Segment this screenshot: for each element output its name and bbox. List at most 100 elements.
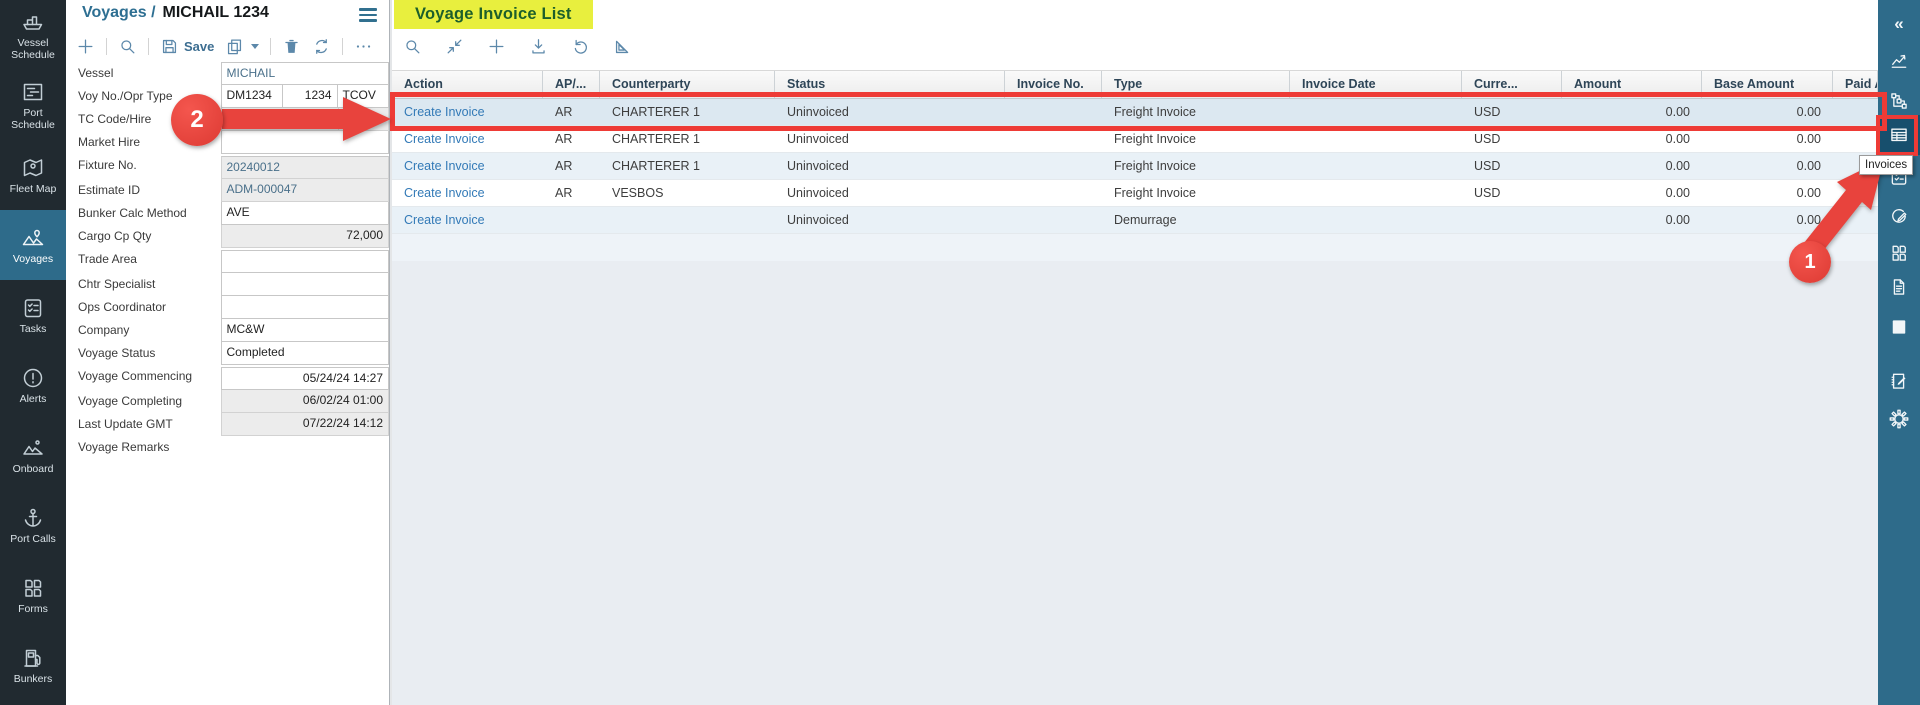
add-button[interactable] [76, 37, 95, 56]
sidebar-item-fleet-map[interactable]: Fleet Map [0, 140, 66, 210]
voyage-commencing-field[interactable]: 05/24/24 14:27 [221, 367, 390, 390]
cell-invoice-no [1005, 180, 1102, 206]
copy-pages-button[interactable] [1878, 236, 1920, 270]
cell-amount: 0.00 [1562, 207, 1702, 233]
voyage-remarks-field[interactable] [221, 436, 390, 459]
invoice-row[interactable]: Create Invoice AR CHARTERER 1 Uninvoiced… [392, 126, 1878, 153]
copy-menu-button[interactable] [225, 37, 259, 56]
column-header-action[interactable]: Action [392, 71, 543, 98]
cell-counterparty [600, 207, 775, 233]
column-header-status[interactable]: Status [775, 71, 1005, 98]
search-button[interactable] [403, 37, 422, 56]
fit-columns-icon [445, 37, 464, 56]
last-update-gmt-field[interactable]: 07/22/24 14:12 [221, 413, 390, 436]
create-invoice-link[interactable]: Create Invoice [392, 153, 543, 179]
voy-no2-field[interactable]: 1234 [282, 85, 338, 108]
id-card-button[interactable] [1878, 310, 1920, 344]
bunkers-icon [21, 646, 45, 670]
column-header-counterparty[interactable]: Counterparty [600, 71, 775, 98]
breadcrumb[interactable]: Voyages / [82, 4, 156, 21]
id-card-icon [1889, 317, 1909, 337]
column-header-currency[interactable]: Curre... [1462, 71, 1562, 98]
create-invoice-link[interactable]: Create Invoice [392, 207, 543, 233]
forms-icon [21, 576, 45, 600]
tc-code-field[interactable] [221, 108, 339, 131]
invoice-row[interactable]: Create Invoice AR CHARTERER 1 Uninvoiced… [392, 153, 1878, 180]
column-header-ap[interactable]: AP/... [543, 71, 600, 98]
sidebar-item-label: Forms [16, 603, 50, 615]
invoices-button[interactable] [1878, 115, 1920, 155]
column-header-invoice-date[interactable]: Invoice Date [1290, 71, 1462, 98]
refresh-button[interactable] [312, 37, 331, 56]
sidebar-item-onboard[interactable]: Onboard [0, 420, 66, 490]
cell-invoice-date [1290, 207, 1462, 233]
create-invoice-link[interactable]: Create Invoice [392, 99, 543, 125]
cargo-cp-qty-field[interactable]: 72,000 [221, 225, 390, 248]
sidebar-item-vessel-schedule[interactable]: Vessel Schedule [0, 0, 66, 70]
voy-no-field[interactable]: DM1234 [221, 85, 283, 108]
chtr-specialist-field[interactable] [221, 273, 390, 296]
sidebar-item-port-calls[interactable]: Port Calls [0, 490, 66, 560]
estimate-id-field[interactable]: ADM-000047 [221, 179, 390, 202]
ops-coordinator-field[interactable] [221, 296, 390, 319]
undo-button[interactable] [571, 37, 590, 56]
field-label: Voyage Status [66, 342, 221, 365]
bunker-calc-method-field[interactable]: AVE [221, 202, 390, 225]
vessel-field[interactable]: MICHAIL [221, 62, 390, 85]
delete-icon [282, 37, 301, 56]
fit-columns-button[interactable] [445, 37, 464, 56]
cell-invoice-date [1290, 99, 1462, 125]
sidebar-item-tasks[interactable]: Tasks [0, 280, 66, 350]
edit-circle-button[interactable] [1878, 199, 1920, 233]
panel-splitter[interactable] [389, 0, 392, 705]
document-button[interactable] [1878, 270, 1920, 304]
cell-ap: AR [543, 126, 600, 152]
column-header-type[interactable]: Type [1102, 71, 1290, 98]
collapse-right-button[interactable]: « [1878, 6, 1920, 40]
company-field[interactable]: MC&W [221, 319, 390, 342]
create-invoice-link[interactable]: Create Invoice [392, 126, 543, 152]
fixture-no-field[interactable]: 20240012 [221, 156, 390, 179]
column-header-invoice-no[interactable]: Invoice No. [1005, 71, 1102, 98]
tc-hire-field[interactable] [338, 108, 390, 131]
ruler-button[interactable] [613, 37, 632, 56]
sidebar-item-alerts[interactable]: Alerts [0, 350, 66, 420]
column-header-paid[interactable]: Paid A [1833, 71, 1878, 98]
search-icon [403, 37, 422, 56]
export-download-button[interactable] [529, 37, 548, 56]
voyage-status-field[interactable]: Completed [221, 342, 390, 365]
search-button[interactable] [118, 37, 137, 56]
chart-trend-button[interactable] [1878, 44, 1920, 78]
settings-gear-button[interactable] [1878, 402, 1920, 436]
more-button[interactable] [354, 37, 373, 56]
sidebar-item-forms[interactable]: Forms [0, 560, 66, 630]
cell-status: Uninvoiced [775, 207, 1005, 233]
voyages-icon [21, 226, 45, 250]
cell-paid [1833, 99, 1878, 125]
voyage-completing-field[interactable]: 06/02/24 01:00 [221, 390, 390, 413]
panel-menu-icon[interactable] [359, 8, 377, 22]
hierarchy-button[interactable] [1878, 84, 1920, 118]
form-row: Ops Coordinator [66, 296, 389, 319]
cell-amount: 0.00 [1562, 180, 1702, 206]
invoice-row[interactable]: Create Invoice AR CHARTERER 1 Uninvoiced… [392, 99, 1878, 126]
notebook-edit-button[interactable] [1878, 364, 1920, 398]
form-row: Voy No./Opr Type DM1234 1234 TCOV [66, 85, 389, 108]
invoice-row[interactable]: Create Invoice AR VESBOS Uninvoiced Frei… [392, 180, 1878, 207]
save-button[interactable]: Save [160, 37, 214, 56]
sidebar-item-voyages[interactable]: Voyages [0, 210, 66, 280]
sidebar-item-bunkers[interactable]: Bunkers [0, 630, 66, 700]
trade-area-field[interactable] [221, 250, 390, 273]
column-header-amount[interactable]: Amount [1562, 71, 1702, 98]
market-hire-field[interactable] [221, 131, 390, 154]
invoices-tooltip: Invoices [1859, 155, 1913, 175]
create-invoice-link[interactable]: Create Invoice [392, 180, 543, 206]
invoice-row[interactable]: Create Invoice Uninvoiced Demurrage 0.00… [392, 207, 1878, 234]
sidebar-item-port-schedule[interactable]: Port Schedule [0, 70, 66, 140]
add-button[interactable] [487, 37, 506, 56]
field-label: TC Code/Hire [66, 108, 221, 131]
column-header-base-amount[interactable]: Base Amount [1702, 71, 1833, 98]
invoice-toolbar [403, 33, 632, 59]
delete-button[interactable] [282, 37, 301, 56]
opr-type-field[interactable]: TCOV [337, 85, 390, 108]
